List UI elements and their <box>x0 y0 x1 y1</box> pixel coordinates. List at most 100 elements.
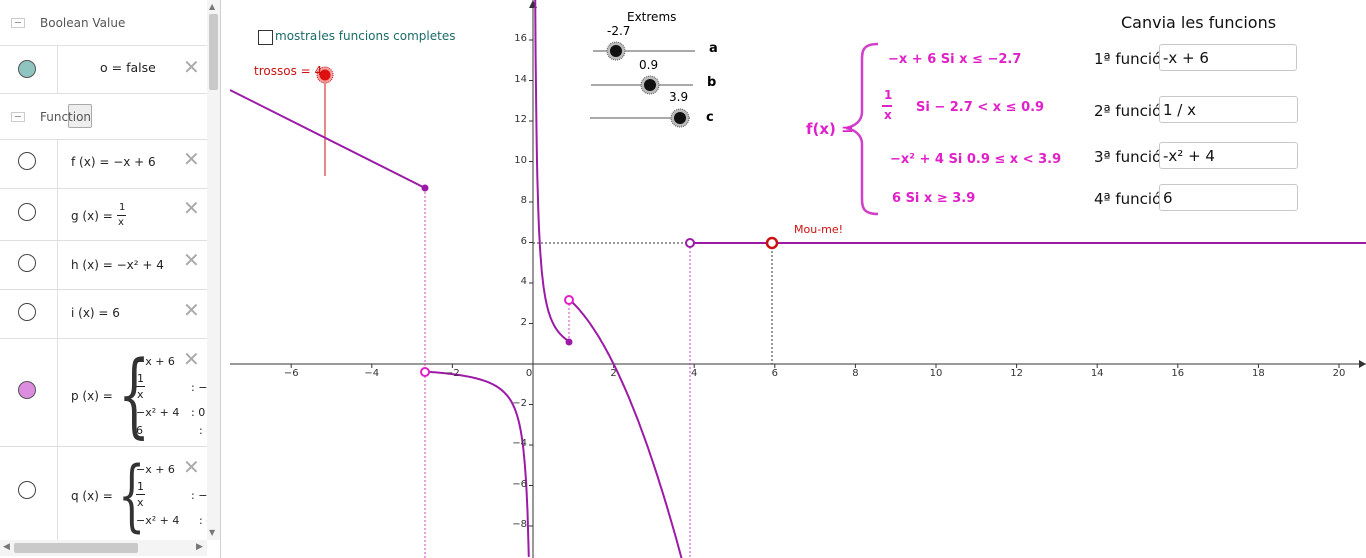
visibility-dot-icon[interactable] <box>18 303 36 321</box>
piece-condition: : − <box>191 381 208 394</box>
collapse-icon[interactable] <box>11 112 25 122</box>
slider-c-handle[interactable] <box>674 112 686 124</box>
x-tick-label: 14 <box>1090 368 1104 379</box>
scroll-left-icon[interactable]: ◀ <box>3 542 10 552</box>
horizontal-scrollbar[interactable]: ◀ ▶ <box>0 540 207 556</box>
fx-piece-4: 6 Si x ≥ 3.9 <box>892 191 976 206</box>
algebra-row-i[interactable]: i (x) = 6 ✕ <box>0 290 207 339</box>
visibility-toggle[interactable] <box>0 339 58 446</box>
group-boolean-header[interactable]: Boolean Value <box>0 0 207 46</box>
visibility-dot-icon[interactable] <box>18 481 36 499</box>
algebra-row-h[interactable]: h (x) = −x² + 4 ✕ <box>0 241 207 290</box>
y-tick-label: 14 <box>514 73 527 85</box>
visibility-dot-icon[interactable] <box>18 254 36 272</box>
open-point-a <box>420 367 430 377</box>
visibility-dot-icon[interactable] <box>18 381 36 399</box>
slider-a-label: a <box>709 41 718 56</box>
x-axis-arrow-icon <box>1359 360 1366 368</box>
delete-icon[interactable]: ✕ <box>183 300 200 320</box>
delete-icon[interactable]: ✕ <box>183 250 200 270</box>
visibility-toggle[interactable] <box>0 290 58 338</box>
y-tick-label: −4 <box>512 438 527 449</box>
graphics-view[interactable]: −6 −4 −2 0 2 4 6 8 10 12 14 16 18 20 16 14 12 10 8 6 4 2 −2 −4… <box>230 0 1366 558</box>
function-name: p (x) = <box>71 389 113 403</box>
mostra-checkbox[interactable] <box>258 30 273 45</box>
visibility-toggle[interactable] <box>0 46 58 93</box>
delete-icon[interactable]: ✕ <box>183 57 200 77</box>
x-tick-label: 8 <box>852 368 859 379</box>
input-4-field[interactable]: 6 <box>1159 184 1298 211</box>
algebra-row-q[interactable]: q (x) = { −x + 6 1 x : − −x² + 4 : o ✕ <box>0 447 213 542</box>
piece-fraction-num: 1 <box>137 480 144 493</box>
scrollbar-thumb[interactable] <box>14 543 138 553</box>
moume-point[interactable] <box>765 236 779 250</box>
canvia-title: Canvia les funcions <box>1121 13 1277 32</box>
x-tick-label: −2 <box>445 368 460 379</box>
curve-h[interactable] <box>568 298 683 558</box>
mostra-label[interactable]: mostra <box>275 29 317 43</box>
fraction-bar <box>136 386 145 387</box>
x-tick-label: 18 <box>1252 368 1265 379</box>
piece-fraction-num: 1 <box>137 372 144 385</box>
fraction-denominator: x <box>118 217 124 228</box>
y-tick-label: 16 <box>514 33 527 44</box>
input-4-label: 4ª funció <box>1094 190 1162 208</box>
piece-fraction-den: x <box>137 496 144 509</box>
x-tick-label: 4 <box>691 368 698 379</box>
scroll-up-icon[interactable]: ▲ <box>209 2 215 11</box>
piece-expression: 6 <box>136 424 143 437</box>
delete-icon[interactable]: ✕ <box>183 198 200 218</box>
visibility-toggle[interactable] <box>0 447 58 541</box>
piece-expression: −x² + 4 <box>136 514 180 527</box>
function-expression-prefix: g (x) = <box>71 209 113 223</box>
endpoint-f <box>421 184 429 192</box>
algebra-row-boolean[interactable]: o = false ✕ <box>0 46 207 128</box>
curve-g-right[interactable] <box>534 0 570 343</box>
visibility-dot-icon[interactable] <box>18 60 36 78</box>
x-tick-label: 6 <box>771 368 778 379</box>
algebra-row-p[interactable]: p (x) = { −x + 6 1 x : − −x² + 4 : 0 6 :… <box>0 339 213 447</box>
piece-expression: −x² + 4 <box>136 406 180 419</box>
delete-icon[interactable]: ✕ <box>183 349 200 369</box>
piece-fraction-den: x <box>137 388 144 401</box>
input-2-label: 2ª funció <box>1094 102 1162 120</box>
visibility-toggle[interactable] <box>0 140 58 188</box>
mostra-label-rest[interactable]: les funcions completes <box>318 29 455 43</box>
input-1-field[interactable]: -x + 6 <box>1159 44 1297 71</box>
x-tick-label: −4 <box>364 368 380 379</box>
group-function-header[interactable]: Function <box>0 94 207 140</box>
x-tick-label: 10 <box>929 368 943 379</box>
algebra-row-g[interactable]: g (x) = 1 x ✕ <box>0 189 207 241</box>
boolean-expression: o = false <box>100 60 156 75</box>
scroll-right-icon[interactable]: ▶ <box>196 542 203 552</box>
visibility-toggle[interactable] <box>0 189 58 240</box>
visibility-toggle[interactable] <box>0 241 58 289</box>
slider-b-handle[interactable] <box>644 79 656 91</box>
group-title: Function <box>40 110 92 124</box>
y-tick-marks <box>529 39 533 527</box>
graph-canvas[interactable] <box>230 0 1366 558</box>
visibility-dot-icon[interactable] <box>18 152 36 170</box>
slider-b-label: b <box>707 75 717 90</box>
endpoint-g <box>565 338 573 346</box>
input-3-field[interactable]: -x² + 4 <box>1159 142 1298 169</box>
visibility-dot-icon[interactable] <box>18 203 36 221</box>
algebra-row-f[interactable]: f (x) = −x + 6 ✕ <box>0 140 207 189</box>
delete-icon[interactable]: ✕ <box>183 457 200 477</box>
collapse-icon[interactable] <box>11 18 25 28</box>
delete-icon[interactable]: ✕ <box>183 149 200 169</box>
scroll-down-icon[interactable]: ▼ <box>209 528 215 537</box>
function-expression: h (x) = −x² + 4 <box>71 258 164 272</box>
curve-f[interactable] <box>230 89 426 189</box>
y-tick-label: 6 <box>520 235 527 247</box>
piece-expression: −x + 6 <box>136 355 175 368</box>
x-tick-label: 2 <box>610 368 617 379</box>
input-2-field[interactable]: 1 / x <box>1159 96 1298 123</box>
input-1-label: 1ª funció <box>1094 50 1162 68</box>
scrollbar-thumb[interactable] <box>209 14 218 90</box>
vertical-scrollbar[interactable]: ▲ ▼ <box>207 0 220 540</box>
slider-a-handle[interactable] <box>610 45 622 57</box>
fx-frac-den: x <box>884 108 892 122</box>
y-tick-label: 2 <box>520 316 527 328</box>
fx-fraction-bar <box>882 105 892 107</box>
